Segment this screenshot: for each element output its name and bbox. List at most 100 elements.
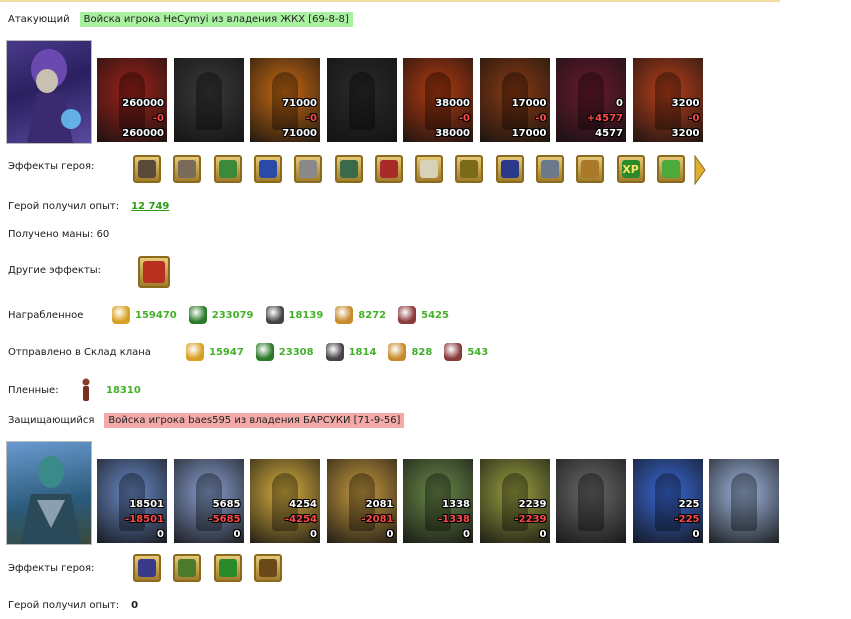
unit-count-c1: 4254 (289, 499, 317, 510)
unit-count-c1: 17000 (511, 98, 547, 109)
sent-label: Отправлено в Склад клана (8, 346, 151, 358)
clover-icon[interactable] (213, 554, 242, 582)
attacker-hero-portrait[interactable] (6, 40, 92, 144)
red-swords-icon[interactable] (374, 155, 403, 183)
resource-value: 159470 (135, 309, 177, 321)
dark-warrior-unit[interactable] (556, 459, 626, 543)
tower-unit[interactable] (709, 459, 779, 543)
ore-icon (265, 306, 284, 324)
effect-glyph: XP (621, 160, 640, 178)
loot-row: Награбленное 159470 233079 18139 8272 5425 (8, 306, 461, 324)
archer-unit[interactable]: 5685 -5685 0 (173, 459, 244, 543)
resource-value: 23308 (278, 346, 314, 358)
resource-value: 18139 (288, 309, 324, 321)
bow-icon[interactable] (253, 554, 282, 582)
mercury-icon (444, 343, 463, 361)
sent-row: Отправлено в Склад клана 15947 23308 1814 8… (8, 343, 500, 361)
castle-crest-icon[interactable] (133, 554, 161, 582)
other-effect-sword-book-icon[interactable] (138, 256, 170, 288)
gold-icon (112, 306, 130, 324)
unit-count-c3: 17000 (511, 128, 547, 139)
unit-count-c1: 18501 (129, 499, 164, 510)
unit-count-c2: -0 (305, 113, 317, 124)
effect-glyph (500, 160, 519, 178)
pikeman-unit[interactable]: 18501 -18501 0 (97, 459, 167, 543)
resource-ore: 1814 (325, 343, 376, 361)
other-effects-label: Другие эффекты: (8, 265, 102, 276)
skeleton-unit[interactable] (173, 58, 244, 142)
gargoyle-unit[interactable] (326, 58, 397, 142)
magma-golem-unit[interactable]: 38000 -0 38000 (403, 58, 473, 142)
defender-label: Защищающийся (8, 415, 95, 426)
horned-helm-icon[interactable] (495, 155, 524, 183)
unit-count-c3: 3200 (671, 128, 700, 139)
unit-count-c1: 2081 (365, 499, 394, 510)
resource-mercury: 5425 (398, 306, 449, 324)
xp-icon[interactable]: XP (616, 155, 645, 183)
captive-figure-icon (82, 378, 90, 401)
griffin-unit[interactable]: 2081 -2081 0 (326, 459, 397, 543)
golden-sword-icon[interactable] (455, 155, 484, 183)
resource-value: 8272 (358, 309, 387, 321)
mana-label: Получено маны: 60 (8, 229, 110, 240)
fire-warrior-unit[interactable]: 17000 -0 17000 (479, 58, 550, 142)
wreath-icon[interactable] (173, 554, 202, 582)
unit-count-c2: -2081 (361, 514, 394, 525)
attacker-xp-value[interactable]: 12 749 (131, 201, 169, 212)
wizard-unit[interactable]: 225 -225 0 (632, 459, 703, 543)
unit-count-c2: -0 (152, 113, 164, 124)
crossbowman-unit[interactable]: 1338 -1338 0 (403, 459, 473, 543)
necromancer-hero-icon (27, 49, 81, 143)
mercury-icon (398, 306, 417, 324)
unit-count-c2: -1338 (438, 514, 470, 525)
fire-mage-unit[interactable]: 3200 -0 3200 (632, 58, 703, 142)
demon-lord-unit[interactable]: 0 +4577 4577 (556, 58, 626, 142)
unit-count-c1: 71000 (282, 98, 317, 109)
defender-effects-label: Эффекты героя: (8, 563, 95, 574)
unit-count-c2: -2239 (514, 514, 547, 525)
effect-glyph (178, 559, 197, 577)
column-icon[interactable] (334, 155, 363, 183)
half-face-icon[interactable] (173, 155, 202, 183)
resource-value: 5425 (421, 309, 449, 321)
knight-unit[interactable]: 4254 -4254 0 (250, 459, 320, 543)
resource-value: 828 (411, 346, 433, 358)
green-scroll-icon[interactable] (213, 155, 242, 183)
effect-glyph (541, 160, 559, 178)
unit-count-c3: 0 (463, 529, 470, 540)
resource-value: 15947 (209, 346, 244, 358)
silver-web-icon[interactable] (294, 155, 323, 183)
green-potion-icon[interactable] (656, 155, 685, 183)
unit-count-c2: -0 (535, 113, 547, 124)
resource-gold: 15947 (186, 343, 244, 361)
skull-mask-icon[interactable] (133, 155, 161, 183)
unit-count-c3: 260000 (122, 128, 164, 139)
red-dragon-unit[interactable]: 260000 -0 260000 (97, 58, 167, 142)
defender-header: Защищающийся Войска игрока baes595 из вл… (8, 413, 405, 428)
attacker-effects-label: Эффекты героя: (8, 161, 95, 172)
resource-ore: 18139 (265, 306, 324, 324)
unit-count-c2: -18501 (125, 514, 164, 525)
unit-silhouette (578, 473, 604, 531)
unit-silhouette (348, 72, 375, 130)
effect-glyph (460, 160, 479, 178)
unit-count-c2: -4254 (285, 514, 317, 525)
unit-count-c1: 5685 (212, 499, 241, 510)
unit-count-c1: 38000 (435, 98, 470, 109)
half-face-blue-icon[interactable] (536, 155, 564, 183)
unit-count-c3: 38000 (435, 128, 470, 139)
effect-glyph (138, 559, 156, 577)
defender-hero-portrait[interactable] (6, 441, 92, 545)
effect-glyph (299, 160, 318, 178)
blue-star-icon[interactable] (253, 155, 282, 183)
fire-elemental-unit[interactable]: 71000 -0 71000 (250, 58, 320, 142)
effect-glyph (218, 160, 237, 178)
monk-unit[interactable]: 2239 -2239 0 (479, 459, 550, 543)
resource-crystal: 8272 (335, 306, 386, 324)
coiled-serpent-icon[interactable] (576, 155, 605, 183)
attacker-banner[interactable]: Войска игрока НеCymyi из владения ЖКХ [6… (79, 12, 353, 27)
top-divider (0, 0, 780, 2)
defender-banner[interactable]: Войска игрока baes595 из владения БАРСУК… (104, 413, 405, 428)
parchment-icon[interactable] (415, 155, 444, 183)
effects-next-arrow-icon[interactable] (693, 154, 707, 186)
